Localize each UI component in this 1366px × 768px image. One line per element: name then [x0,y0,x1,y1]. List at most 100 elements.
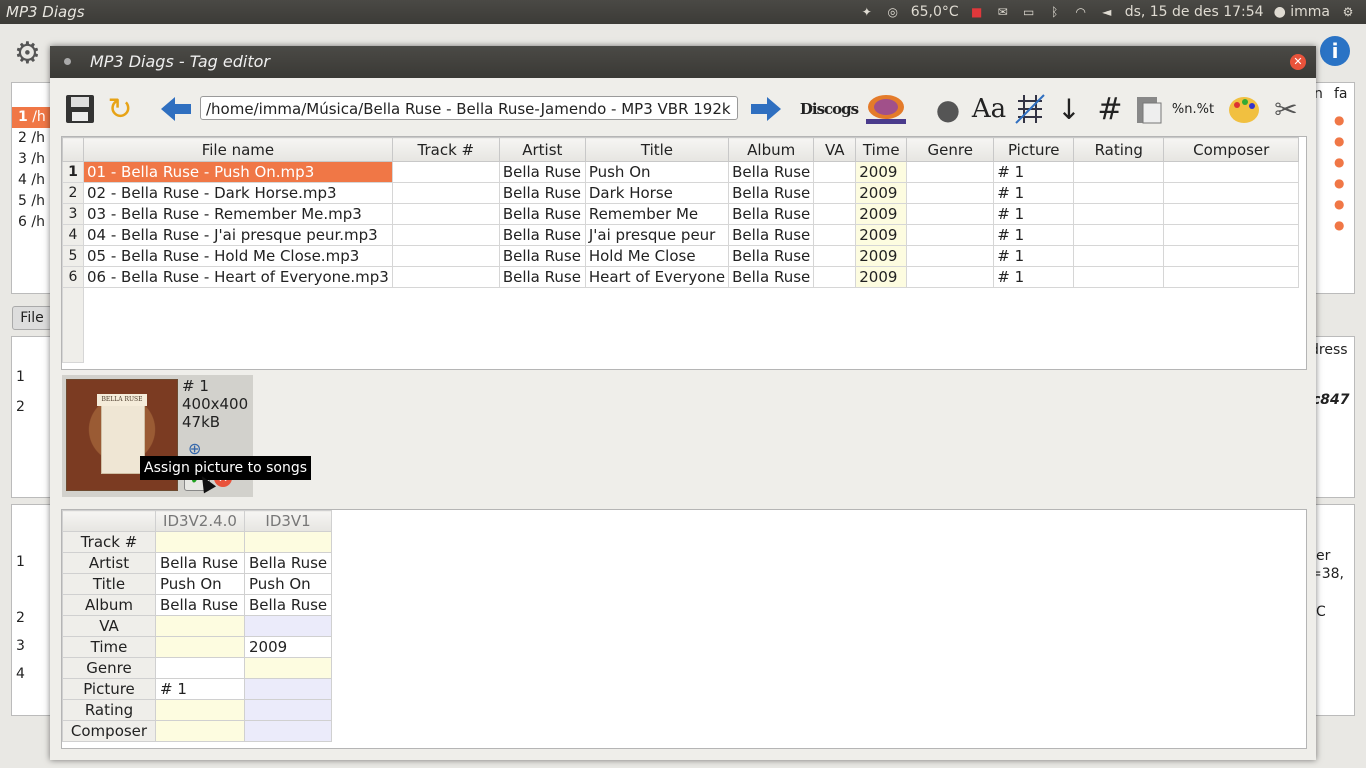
cell-title[interactable]: Push On [584,161,730,183]
cell-va[interactable] [813,182,857,204]
col-header-picture[interactable]: Picture [993,137,1075,162]
cell-picture[interactable]: # 1 [993,224,1075,246]
cell-time[interactable]: 2009 [855,161,908,183]
sync-icon[interactable]: ◎ [885,5,901,19]
cell-file[interactable]: 03 - Bella Ruse - Remember Me.mp3 [83,203,393,225]
save-icon[interactable] [62,92,98,126]
detail-value-id3v2[interactable] [155,615,245,637]
col-header-title[interactable]: Title [584,137,730,162]
cell-file[interactable]: 06 - Bella Ruse - Heart of Everyone.mp3 [83,266,393,288]
col-header-composer[interactable]: Composer [1163,137,1300,162]
bluetooth-icon[interactable]: ᛒ [1047,5,1063,19]
cell-va[interactable] [813,266,857,288]
temperature-indicator[interactable]: 65,0°C [911,4,959,20]
cell-artist[interactable]: Bella Ruse [498,161,586,183]
row-number[interactable]: 3 [62,203,84,225]
folder-path-field[interactable]: /home/imma/Música/Bella Ruse - Bella Rus… [200,96,738,120]
settings-gear-icon[interactable]: ⚙ [14,36,41,71]
tools-icon[interactable]: ✂ [1266,92,1306,126]
detail-value-id3v2[interactable] [155,636,245,658]
mail-icon[interactable]: ✉ [995,5,1011,19]
col-header-id3v1[interactable]: ID3V1 [243,510,333,532]
col-header-rating[interactable]: Rating [1073,137,1165,162]
cell-album[interactable]: Bella Ruse [728,161,815,183]
cell-time[interactable]: 2009 [855,203,908,225]
table-row[interactable]: 4 04 - Bella Ruse - J'ai presque peur.mp3… [62,224,1300,246]
col-header-album[interactable]: Album [728,137,815,162]
cell-genre[interactable] [906,182,995,204]
table-row[interactable]: 5 05 - Bella Ruse - Hold Me Close.mp3 Bell… [62,245,1300,267]
cell-artist[interactable]: Bella Ruse [498,266,586,288]
grid-edit-icon[interactable] [1010,92,1050,126]
detail-value-id3v2[interactable]: Bella Ruse [155,552,245,574]
row-number[interactable]: 1 [62,161,84,183]
cell-va[interactable] [813,161,857,183]
cell-track[interactable] [391,245,500,267]
bg-tab-file[interactable]: File [12,306,52,330]
detail-row[interactable]: VA [62,615,333,637]
detail-value-id3v2[interactable] [155,657,245,679]
app-menu-title[interactable]: MP3 Diags [6,3,85,21]
cell-album[interactable]: Bella Ruse [728,266,815,288]
cell-album[interactable]: Bella Ruse [728,182,815,204]
cell-time[interactable]: 2009 [855,245,908,267]
cell-picture[interactable]: # 1 [993,161,1075,183]
detail-value-id3v2[interactable] [155,531,245,553]
bg-row-5[interactable]: 5 /h [12,191,52,212]
bg-row-3[interactable]: 3 /h [12,149,52,170]
cell-file[interactable]: 04 - Bella Ruse - J'ai presque peur.mp3 [83,224,393,246]
gear-icon[interactable]: ⚙ [1340,5,1356,19]
cell-genre[interactable] [906,203,995,225]
cell-artist[interactable]: Bella Ruse [498,203,586,225]
sort-down-icon[interactable]: ↓ [1054,92,1084,126]
palette-icon[interactable] [1224,92,1264,126]
cell-genre[interactable] [906,224,995,246]
detail-value-id3v1[interactable]: 2009 [243,636,333,658]
cell-composer[interactable] [1163,245,1300,267]
cell-file[interactable]: 05 - Bella Ruse - Hold Me Close.mp3 [83,245,393,267]
cell-genre[interactable] [906,245,995,267]
battery-icon[interactable]: ▭ [1021,5,1037,19]
cell-artist[interactable]: Bella Ruse [498,224,586,246]
cell-picture[interactable]: # 1 [993,266,1075,288]
user-menu[interactable]: ● imma [1274,4,1330,20]
cell-track[interactable] [391,182,500,204]
cell-va[interactable] [813,245,857,267]
person-icon[interactable]: ● [930,92,966,126]
col-header-va[interactable]: VA [813,137,857,162]
col-header-time[interactable]: Time [855,137,908,162]
files-table[interactable]: File name Track # Artist Title Album VA … [61,136,1307,370]
volume-icon[interactable]: ◄ [1099,5,1115,19]
col-header-id3v2[interactable]: ID3V2.4.0 [155,510,245,532]
cell-picture[interactable]: # 1 [993,245,1075,267]
detail-value-id3v1[interactable]: Bella Ruse [243,594,333,616]
cell-picture[interactable]: # 1 [993,182,1075,204]
record-icon[interactable]: ■ [969,5,985,19]
row-number[interactable]: 5 [62,245,84,267]
cell-rating[interactable] [1073,266,1165,288]
cell-file[interactable]: 02 - Bella Ruse - Dark Horse.mp3 [83,182,393,204]
detail-value-id3v2[interactable]: Push On [155,573,245,595]
detail-row[interactable]: Genre [62,657,333,679]
detail-value-id3v1[interactable] [243,657,333,679]
detail-value-id3v2[interactable]: Bella Ruse [155,594,245,616]
bg-row-6[interactable]: 6 /h [12,212,52,233]
detail-value-id3v1[interactable]: Bella Ruse [243,552,333,574]
cell-time[interactable]: 2009 [855,224,908,246]
dropbox-icon[interactable]: ✦ [859,5,875,19]
cell-time[interactable]: 2009 [855,266,908,288]
col-header-genre[interactable]: Genre [906,137,995,162]
cell-track[interactable] [391,266,500,288]
detail-row[interactable]: Artist Bella Ruse Bella Ruse [62,552,333,574]
discogs-button[interactable]: Discogs [800,92,859,126]
table-row[interactable]: 1 01 - Bella Ruse - Push On.mp3 Bella Ruse… [62,161,1300,183]
cell-artist[interactable]: Bella Ruse [498,182,586,204]
row-number[interactable]: 2 [62,182,84,204]
cell-title[interactable]: Heart of Everyone [584,266,730,288]
cell-file[interactable]: 01 - Bella Ruse - Push On.mp3 [83,161,393,183]
col-header-file-name[interactable]: File name [83,137,393,162]
detail-row[interactable]: Composer [62,720,333,742]
cell-title[interactable]: J'ai presque peur [584,224,730,246]
cell-title[interactable]: Remember Me [584,203,730,225]
dialog-titlebar[interactable]: MP3 Diags - Tag editor ✕ [50,46,1316,78]
